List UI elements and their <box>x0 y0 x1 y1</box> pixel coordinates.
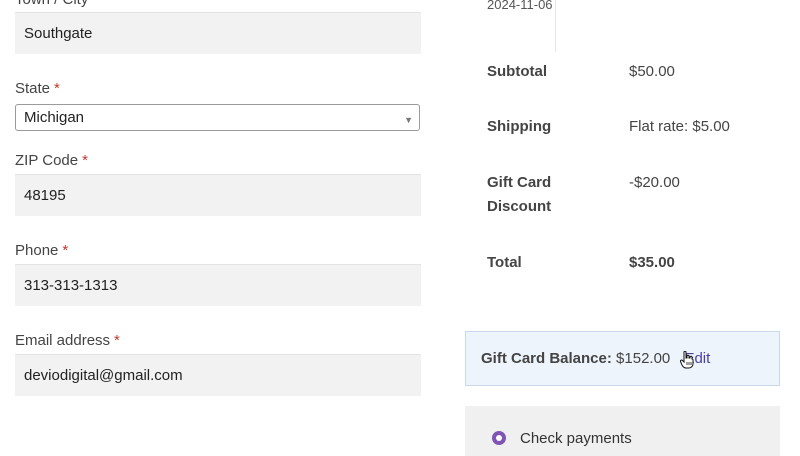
gift-card-balance-value: $152.00 <box>616 350 671 367</box>
gift-discount-label: Gift Card Discount <box>487 171 551 219</box>
required-mark: * <box>82 152 88 169</box>
phone-field[interactable]: 313-313-1313 <box>15 264 421 306</box>
total-value: $35.00 <box>629 254 675 271</box>
state-select-value: Michigan <box>24 109 85 126</box>
check-payments-label[interactable]: Check payments <box>520 430 632 447</box>
gift-discount-value: -$20.00 <box>629 174 680 191</box>
required-mark: * <box>62 242 69 259</box>
zip-field[interactable]: 48195 <box>15 174 421 216</box>
email-label: Email address * <box>15 332 120 349</box>
shipping-value: Flat rate: $5.00 <box>629 118 730 135</box>
total-label: Total <box>487 254 522 271</box>
order-date: 2024-11-06 <box>487 0 553 12</box>
gift-card-balance-box: Gift Card Balance: $152.00 Edit <box>465 331 780 386</box>
gift-card-balance-label: Gift Card Balance: <box>481 350 612 367</box>
required-mark: * <box>114 332 120 349</box>
table-divider <box>555 0 556 52</box>
gift-discount-label-line2: Discount <box>487 198 552 215</box>
hand-pointer-icon <box>680 351 694 369</box>
town-label: Town / City <box>15 0 88 8</box>
gift-discount-label-line1: Gift Card <box>487 174 552 191</box>
email-field[interactable]: deviodigital@gmail.com <box>15 354 421 396</box>
state-select[interactable]: Michigan ▼ <box>15 104 420 131</box>
check-payments-radio[interactable] <box>492 431 506 445</box>
zip-label: ZIP Code * <box>15 152 88 169</box>
state-label: State * <box>15 80 60 97</box>
shipping-label: Shipping <box>487 118 552 135</box>
phone-label: Phone * <box>15 242 69 259</box>
subtotal-label: Subtotal <box>487 63 547 80</box>
payment-methods-box: Check payments <box>465 406 780 456</box>
chevron-down-icon: ▼ <box>404 115 413 125</box>
required-mark: * <box>54 80 60 97</box>
subtotal-value: $50.00 <box>629 63 675 80</box>
town-field[interactable]: Southgate <box>15 12 421 54</box>
